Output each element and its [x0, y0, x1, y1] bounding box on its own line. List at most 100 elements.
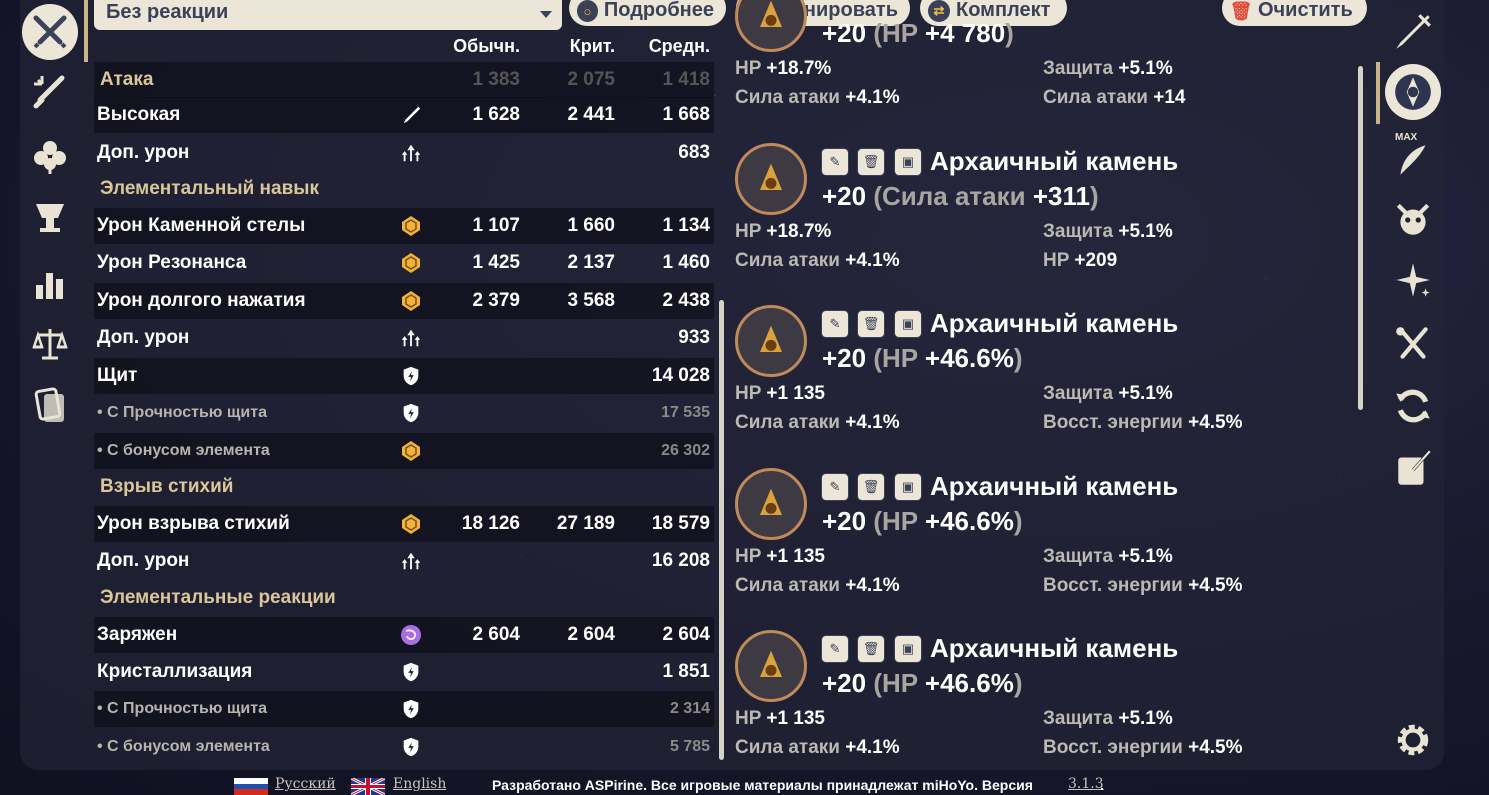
shield-icon: [399, 364, 423, 388]
nav-sparkle-icon[interactable]: [1385, 252, 1441, 308]
nav-artifacts-icon[interactable]: [22, 128, 78, 184]
row-label: Заряжен: [97, 624, 178, 645]
cell-average: 14 028: [651, 365, 710, 386]
substat-value: +1 135: [766, 708, 825, 729]
artifact-name: Архаичный камень: [930, 308, 1179, 338]
nav-artifact-circlet-icon[interactable]: [1385, 64, 1441, 120]
cell-average: 1 418: [662, 69, 710, 90]
nav-characters-icon[interactable]: [22, 378, 78, 434]
substat-name: Сила атаки: [1043, 87, 1148, 108]
version-link[interactable]: 3.1.3: [1068, 776, 1104, 792]
artifact-piece-icon[interactable]: [735, 143, 807, 215]
substat-value: +5.1%: [1118, 708, 1173, 729]
row-label: Доп. урон: [97, 142, 190, 163]
refresh-icon[interactable]: [1385, 378, 1441, 434]
artifact-piece-icon[interactable]: [735, 305, 807, 377]
row-label: • С бонусом элемента: [97, 442, 270, 459]
cell-crit: 2 441: [567, 104, 615, 125]
table-scrollbar[interactable]: [719, 300, 724, 760]
nav-team-icon[interactable]: [22, 188, 78, 244]
artifact-substat: HP +18.7%: [735, 221, 831, 243]
nav-food-icon[interactable]: [1385, 316, 1441, 372]
lang-en-link[interactable]: English: [393, 776, 446, 792]
artifact-main-stat-name: HP: [882, 343, 918, 373]
nav-feather-icon[interactable]: [1385, 132, 1441, 188]
cell-average: 26 302: [661, 442, 710, 459]
substat-value: +18.7%: [766, 58, 832, 79]
substat-value: +4.5%: [1188, 737, 1243, 758]
artifact-scrollbar[interactable]: [1358, 66, 1363, 410]
bonus-damage-icon: [399, 549, 423, 573]
row-label: Урон долгого нажатия: [97, 290, 306, 311]
trash-icon[interactable]: 🗑: [857, 148, 885, 176]
geo-icon: [399, 251, 423, 275]
clear-button[interactable]: 🗑 Очистить: [1222, 0, 1367, 26]
substat-value: +4.1%: [845, 737, 900, 758]
section-burst: Взрыв стихий: [100, 476, 234, 497]
substat-name: HP: [735, 383, 762, 404]
artifact-substat: Сила атаки +4.1%: [735, 250, 900, 272]
artifact-substat: Защита +5.1%: [1043, 383, 1173, 405]
artifact-substat: Восст. энергии +4.5%: [1043, 575, 1243, 597]
header-crit: Крит.: [569, 36, 615, 56]
substat-name: HP: [1043, 250, 1070, 271]
artifact-main-stat-value: +4 780: [924, 18, 1006, 48]
table-row: Урон долгого нажатия 2 379 3 568 2 438: [94, 283, 714, 319]
header-normal: Обычн.: [453, 36, 520, 56]
russia-flag-icon: [234, 778, 268, 795]
chevron-down-icon: [540, 11, 552, 18]
details-button[interactable]: ○ Подробнее: [569, 0, 726, 26]
trash-icon[interactable]: 🗑: [857, 473, 885, 501]
trash-icon[interactable]: 🗑: [857, 310, 885, 338]
artifact-substat: HP +209: [1043, 250, 1117, 272]
nav-notes-icon[interactable]: [1385, 440, 1441, 496]
trash-icon: 🗑: [1229, 0, 1253, 21]
nav-weapon-right-icon[interactable]: [1385, 4, 1441, 60]
substat-name: Сила атаки: [735, 250, 840, 271]
lock-icon[interactable]: ▣: [894, 473, 922, 501]
lang-ru-link[interactable]: Русский: [275, 776, 336, 792]
artifact-main-close: ): [1013, 343, 1023, 373]
section-reactions: Элементальные реакции: [100, 587, 336, 608]
table-row: Щит 14 028: [94, 358, 714, 394]
row-label: • С Прочностью щита: [97, 404, 267, 421]
row-label: Урон Каменной стелы: [97, 215, 306, 236]
table-row: Урон взрыва стихий 18 126 27 189 18 579: [94, 506, 714, 542]
edit-icon[interactable]: ✎: [821, 473, 849, 501]
lock-icon[interactable]: ▣: [894, 148, 922, 176]
edit-icon[interactable]: ✎: [821, 148, 849, 176]
substat-name: Сила атаки: [735, 87, 840, 108]
geo-icon: [399, 289, 423, 313]
artifact-main-stat-name: HP: [882, 18, 918, 48]
artifact-piece-icon[interactable]: [735, 468, 807, 540]
settings-gear-icon[interactable]: [1385, 712, 1441, 768]
cell-crit: 3 568: [567, 290, 615, 311]
substat-value: +4.1%: [845, 250, 900, 271]
cell-crit: 1 660: [567, 215, 615, 236]
nav-stats-icon[interactable]: [22, 255, 78, 311]
uk-flag-icon: [351, 778, 385, 795]
nav-compare-icon[interactable]: [22, 315, 78, 371]
substat-name: Защита: [1043, 708, 1114, 729]
nav-weapon-icon[interactable]: [22, 64, 78, 120]
substat-value: +18.7%: [766, 221, 832, 242]
cell-normal: 1 383: [472, 69, 520, 90]
row-label: Доп. урон: [97, 327, 190, 348]
artifact-name: Архаичный камень: [930, 633, 1179, 663]
lock-icon[interactable]: ▣: [894, 635, 922, 663]
trash-icon[interactable]: 🗑: [857, 635, 885, 663]
artifact-piece-icon[interactable]: [735, 630, 807, 702]
edit-icon[interactable]: ✎: [821, 310, 849, 338]
cell-average: 1 134: [662, 215, 710, 236]
artifact-main-stat: +20 (Сила атаки +311): [822, 181, 1099, 212]
cell-average: 1 851: [662, 661, 710, 682]
edit-icon[interactable]: ✎: [821, 635, 849, 663]
nav-boss-icon[interactable]: [1385, 192, 1441, 248]
nav-damage-icon[interactable]: [22, 4, 78, 60]
substat-value: +14: [1153, 87, 1186, 108]
table-row: Доп. урон 933: [94, 320, 714, 356]
reaction-select[interactable]: Без реакции: [94, 0, 562, 30]
artifact-substat: HP +1 135: [735, 546, 825, 568]
row-label: Кристаллизация: [97, 661, 253, 682]
lock-icon[interactable]: ▣: [894, 310, 922, 338]
